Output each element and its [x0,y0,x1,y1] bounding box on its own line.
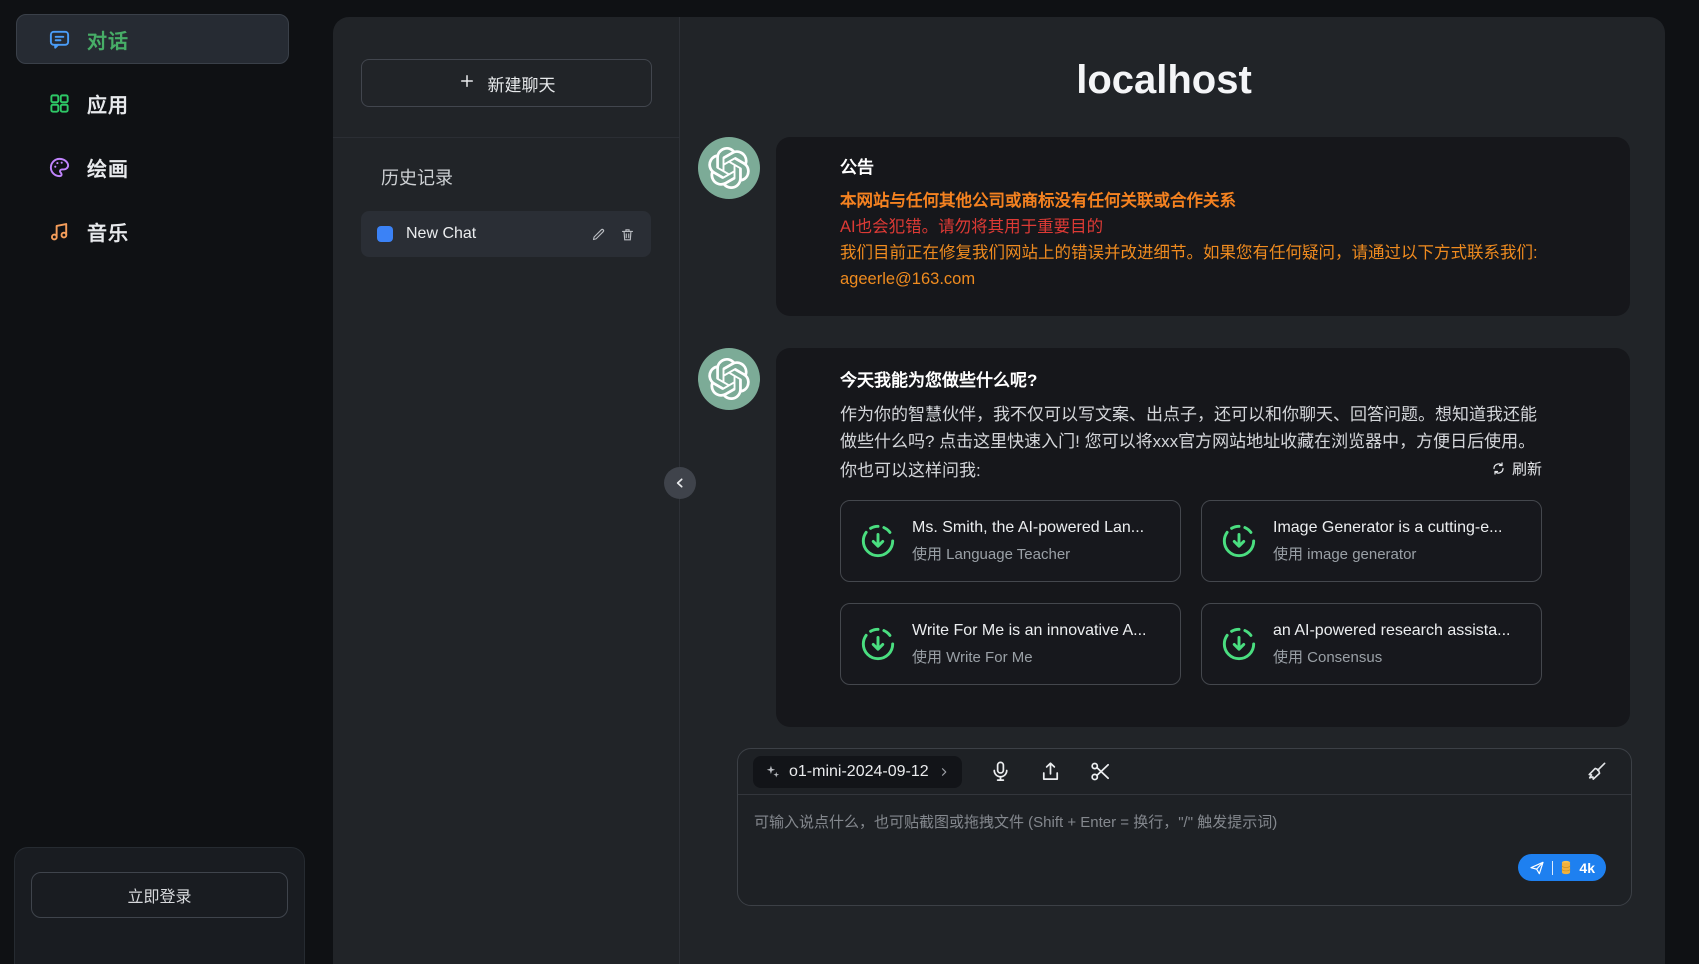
announcement-line: AI也会犯错。请勿将其用于重要目的 [840,214,1542,240]
sidebar: 对话 应用 绘画 [0,0,305,964]
announcement-line: 本网站与任何其他公司或商标没有任何关联或合作关系 [840,188,1542,214]
refresh-icon [1491,461,1506,476]
chevron-left-icon [672,475,688,491]
suggestion-title: Write For Me is an innovative A... [912,622,1146,640]
suggestion-card[interactable]: Ms. Smith, the AI-powered Lan... 使用 Lang… [840,500,1181,582]
token-badge: 4k [1579,860,1595,876]
sidebar-item-drawing[interactable]: 绘画 [16,142,289,192]
sidebar-item-label: 应用 [87,89,129,118]
sidebar-item-label: 绘画 [87,153,129,182]
welcome-title: 今天我能为您做些什么呢? [840,370,1542,392]
mic-icon[interactable] [989,760,1012,783]
suggestion-card[interactable]: Write For Me is an innovative A... 使用 Wr… [840,603,1181,685]
divider [333,137,679,138]
main-panel: 新建聊天 历史记录 New Chat [333,17,1665,964]
sidebar-item-label: 对话 [87,25,129,54]
card-texts: Image Generator is a cutting-e... 使用 ima… [1273,519,1502,564]
suggestion-subtitle: 使用 image generator [1273,543,1502,564]
openai-logo-icon [708,147,750,189]
sidebar-item-label: 音乐 [87,217,129,246]
plus-icon [458,72,476,95]
scissors-icon[interactable] [1089,760,1112,783]
suggestion-card[interactable]: an AI-powered research assista... 使用 Con… [1201,603,1542,685]
composer: o1-mini-2024-09-12 [737,748,1632,906]
collapse-sidebar-button[interactable] [664,467,696,499]
chat-history-column: 新建聊天 历史记录 New Chat [333,17,680,964]
card-texts: Ms. Smith, the AI-powered Lan... 使用 Lang… [912,519,1144,564]
suggestion-cards: Ms. Smith, the AI-powered Lan... 使用 Lang… [840,500,1542,685]
suggestion-card[interactable]: Image Generator is a cutting-e... 使用 ima… [1201,500,1542,582]
new-chat-button[interactable]: 新建聊天 [361,59,652,107]
chat-item-title: New Chat [406,225,578,243]
suggestion-subtitle: 使用 Language Teacher [912,543,1144,564]
assistant-message: 公告 本网站与任何其他公司或商标没有任何关联或合作关系 AI也会犯错。请勿将其用… [698,137,1630,316]
trash-icon[interactable] [620,227,635,242]
openai-logo-icon [708,358,750,400]
download-circle-icon [859,522,897,560]
ask-hint-text: 你也可以这样问我: [840,456,981,481]
welcome-bubble: 今天我能为您做些什么呢? 作为你的智慧伙伴，我不仅可以写文案、出点子，还可以和你… [776,348,1630,727]
chat-main-area: localhost 公告 本网站与任何其他公司或商标没有任何关联或合作关系 AI… [681,17,1665,964]
apps-grid-icon [47,91,71,115]
chat-bubble-icon [47,27,71,51]
ask-hint-row: 你也可以这样问我: 刷新 [840,455,1542,482]
avatar [698,348,760,410]
new-chat-label: 新建聊天 [488,71,556,96]
card-texts: Write For Me is an innovative A... 使用 Wr… [912,622,1146,667]
app-window: 对话 应用 绘画 [0,0,1699,964]
download-circle-icon [1220,522,1258,560]
announcement-title: 公告 [840,157,1542,179]
assistant-message: 今天我能为您做些什么呢? 作为你的智慧伙伴，我不仅可以写文案、出点子，还可以和你… [698,348,1630,727]
history-title: 历史记录 [381,164,679,190]
composer-body: 4k [738,795,1631,905]
card-texts: an AI-powered research assista... 使用 Con… [1273,622,1510,667]
music-note-icon [47,219,71,243]
model-label: o1-mini-2024-09-12 [789,763,929,781]
composer-toolbar: o1-mini-2024-09-12 [738,749,1631,795]
chat-color-swatch [377,226,393,242]
login-panel: 立即登录 [14,847,305,964]
announcement-line: 我们目前正在修复我们网站上的错误并改进细节。如果您有任何疑问，请通过以下方式联系… [840,240,1542,266]
sparkles-icon [765,764,780,779]
suggestion-title: an AI-powered research assista... [1273,622,1510,640]
model-selector[interactable]: o1-mini-2024-09-12 [753,756,962,788]
login-button[interactable]: 立即登录 [31,872,288,918]
refresh-suggestions-button[interactable]: 刷新 [1491,458,1542,479]
paper-plane-icon [1529,860,1545,876]
clear-context-button[interactable] [1585,760,1608,783]
sidebar-item-music[interactable]: 音乐 [16,206,289,256]
divider [1552,861,1554,875]
suggestion-title: Ms. Smith, the AI-powered Lan... [912,519,1144,537]
coin-icon [1560,860,1572,875]
page-title: localhost [698,58,1630,103]
broom-icon [1585,760,1608,783]
download-circle-icon [1220,625,1258,663]
palette-icon [47,155,71,179]
chevron-right-icon [938,766,950,778]
upload-icon[interactable] [1039,760,1062,783]
send-button[interactable]: 4k [1518,854,1606,881]
avatar [698,137,760,199]
chat-item-actions [591,227,635,242]
suggestion-title: Image Generator is a cutting-e... [1273,519,1502,537]
suggestion-subtitle: 使用 Write For Me [912,646,1146,667]
announcement-bubble: 公告 本网站与任何其他公司或商标没有任何关联或合作关系 AI也会犯错。请勿将其用… [776,137,1630,316]
contact-email[interactable]: ageerle@163.com [840,266,1542,292]
chat-history-item[interactable]: New Chat [361,211,651,257]
sidebar-item-apps[interactable]: 应用 [16,78,289,128]
message-input[interactable] [738,795,1631,863]
sidebar-item-chat[interactable]: 对话 [16,14,289,64]
welcome-body: 作为你的智慧伙伴，我不仅可以写文案、出点子，还可以和你聊天、回答问题。想知道我还… [840,401,1542,455]
refresh-label: 刷新 [1512,458,1542,479]
edit-icon[interactable] [591,227,606,242]
suggestion-subtitle: 使用 Consensus [1273,646,1510,667]
download-circle-icon [859,625,897,663]
